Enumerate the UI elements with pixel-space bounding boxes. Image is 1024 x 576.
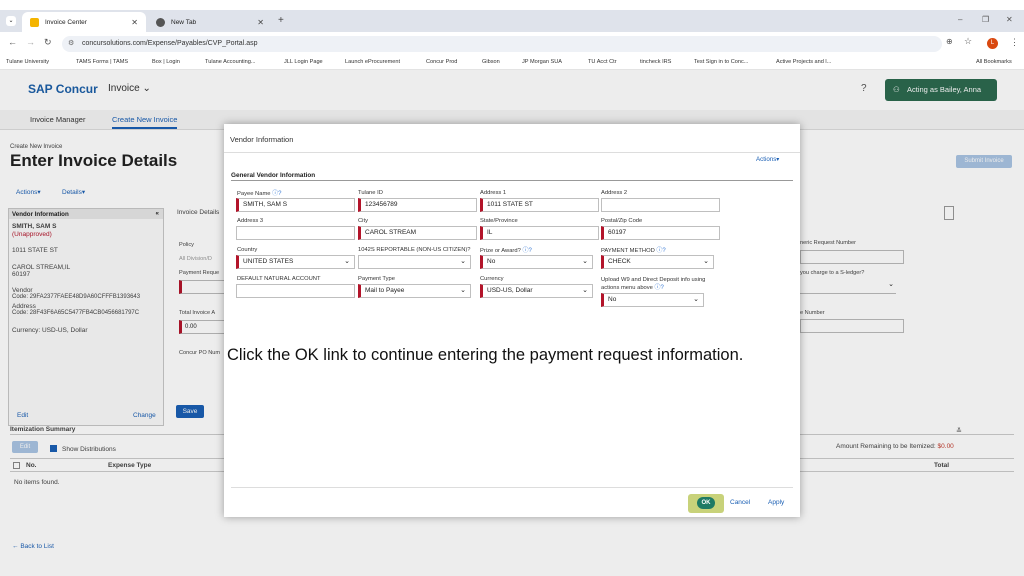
divider	[231, 180, 793, 181]
browser-tab-bar: ⌄ Invoice Center ✕ New Tab ✕ + – ❐ ✕	[0, 10, 1024, 32]
tab-list-icon[interactable]: ⌄	[6, 16, 16, 26]
tab-invoice-center[interactable]: Invoice Center ✕	[22, 12, 146, 32]
bookmark-jp-morgan[interactable]: JP Morgan SUA	[522, 59, 562, 65]
ok-button-highlight: OK	[688, 494, 724, 513]
chevron-down-icon: ⌄	[703, 258, 709, 265]
chevron-down-icon: ⌄	[460, 258, 466, 265]
forward-arrow-icon[interactable]: →	[26, 37, 35, 47]
help-icon[interactable]: ⓘ?	[656, 248, 665, 254]
state-input[interactable]: IL	[480, 226, 599, 240]
url-input[interactable]: ⚙ concursolutions.com/Expense/Payables/C…	[62, 36, 942, 52]
tab-new-tab[interactable]: New Tab ✕	[148, 12, 272, 32]
chevron-down-icon: ⌄	[693, 296, 699, 303]
city-input[interactable]: CAROL STREAM	[358, 226, 477, 240]
upload-w9-select[interactable]: No ⌄	[601, 293, 704, 307]
tulane-id-input[interactable]: 123456789	[358, 198, 477, 212]
bookmark-jll-login[interactable]: JLL Login Page	[284, 59, 323, 65]
divider	[231, 487, 793, 488]
address-bar-row: ← → ↻ ⚙ concursolutions.com/Expense/Paya…	[0, 32, 1024, 56]
chevron-down-icon: ⌄	[460, 287, 466, 294]
currency-select[interactable]: USD-US, Dollar ⌄	[480, 284, 593, 298]
modal-title: Vendor Information	[230, 135, 294, 144]
section-title: General Vendor Information	[231, 172, 316, 179]
payment-method-select[interactable]: CHECK ⌄	[601, 255, 714, 269]
address2-input[interactable]	[601, 198, 720, 212]
help-icon[interactable]: ⓘ?	[522, 248, 531, 254]
restore-icon[interactable]: ❐	[982, 15, 989, 24]
instruction-text: Click the OK link to continue entering t…	[227, 346, 744, 364]
zip-input[interactable]: 60197	[601, 226, 720, 240]
bookmark-tu-acct[interactable]: TU Acct Ctr	[588, 59, 617, 65]
payment-type-select[interactable]: Mail to Payee ⌄	[358, 284, 471, 298]
zoom-icon[interactable]: ⊕	[946, 37, 953, 46]
prize-select[interactable]: No ⌄	[480, 255, 593, 269]
address1-input[interactable]: 1011 STATE ST	[480, 198, 599, 212]
natural-account-input[interactable]	[236, 284, 355, 298]
concur-favicon-icon	[30, 17, 39, 27]
ok-button[interactable]: OK	[697, 497, 715, 509]
bookmarks-bar: Tulane University TAMS Forms | TAMS Box …	[0, 56, 1024, 70]
bookmark-all[interactable]: All Bookmarks	[976, 59, 1012, 65]
address3-input[interactable]	[236, 226, 355, 240]
back-arrow-icon[interactable]: ←	[8, 37, 17, 47]
menu-dots-icon[interactable]: ⋮	[1010, 37, 1019, 48]
close-icon[interactable]: ✕	[131, 18, 138, 27]
bookmark-gibson[interactable]: Gibson	[482, 59, 500, 65]
payee-name-input[interactable]: SMITH, SAM S	[236, 198, 355, 212]
reportable-select[interactable]: ⌄	[358, 255, 471, 269]
modal-actions-menu[interactable]: Actions▾	[756, 156, 779, 163]
bookmark-eprocurement[interactable]: Launch eProcurement	[345, 59, 400, 65]
bookmark-tulane-university[interactable]: Tulane University	[6, 59, 49, 65]
chrome-favicon-icon	[156, 17, 165, 27]
chevron-down-icon: ⌄	[582, 258, 588, 265]
chevron-down-icon: ⌄	[344, 258, 350, 265]
vendor-info-modal: Vendor Information Actions▾ General Vend…	[224, 124, 800, 517]
bookmark-star-icon[interactable]: ☆	[964, 36, 972, 47]
help-icon[interactable]: ⓘ?	[272, 191, 281, 197]
bookmark-tulane-accounting[interactable]: Tulane Accounting...	[205, 59, 255, 65]
window-close-icon[interactable]: ✕	[1006, 15, 1013, 24]
bookmark-box-login[interactable]: Box | Login	[152, 59, 180, 65]
new-tab-icon[interactable]: +	[278, 15, 284, 26]
chevron-down-icon: ⌄	[582, 287, 588, 294]
bookmark-tams-forms[interactable]: TAMS Forms | TAMS	[76, 59, 128, 65]
cancel-link[interactable]: Cancel	[730, 499, 750, 506]
close-icon[interactable]: ✕	[257, 18, 264, 27]
apply-link[interactable]: Apply	[768, 499, 784, 506]
bookmark-active-projects[interactable]: Active Projects and l...	[776, 59, 831, 65]
reload-icon[interactable]: ↻	[44, 37, 52, 48]
minimize-icon[interactable]: –	[958, 15, 962, 24]
bookmark-concur-prod[interactable]: Concur Prod	[426, 59, 457, 65]
bookmark-tincheck[interactable]: tincheck IRS	[640, 59, 671, 65]
country-select[interactable]: UNITED STATES ⌄	[236, 255, 355, 269]
divider	[224, 152, 800, 153]
site-info-icon[interactable]: ⚙	[68, 36, 74, 52]
profile-avatar[interactable]: L	[987, 38, 998, 49]
help-icon[interactable]: ⓘ?	[655, 285, 664, 291]
bookmark-test-sign-in[interactable]: Test Sign in to Conc...	[694, 59, 748, 65]
